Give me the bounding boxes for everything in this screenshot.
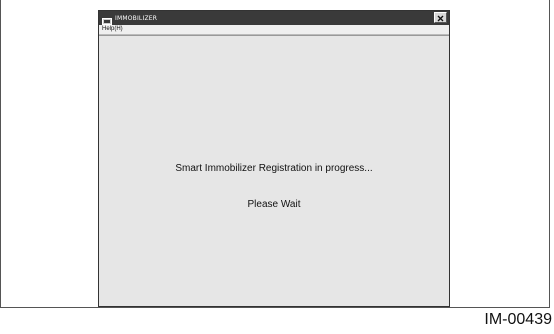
- figure-page: IMMOBILIZER Help(H) Smart Immobilizer Re…: [0, 0, 554, 334]
- immobilizer-window: IMMOBILIZER Help(H) Smart Immobilizer Re…: [98, 10, 450, 307]
- wait-message: Please Wait: [247, 199, 301, 210]
- menu-bar: Help(H): [99, 25, 449, 35]
- window-title: IMMOBILIZER: [115, 14, 158, 22]
- menu-item-help[interactable]: Help(H): [102, 26, 123, 32]
- figure-caption: IM-00439: [484, 311, 552, 328]
- close-button[interactable]: [434, 12, 447, 23]
- client-area: Smart Immobilizer Registration in progre…: [99, 35, 449, 306]
- close-icon: [437, 9, 444, 27]
- title-bar[interactable]: IMMOBILIZER: [99, 11, 449, 26]
- monitor-icon: [102, 14, 112, 26]
- progress-message: Smart Immobilizer Registration in progre…: [175, 163, 373, 174]
